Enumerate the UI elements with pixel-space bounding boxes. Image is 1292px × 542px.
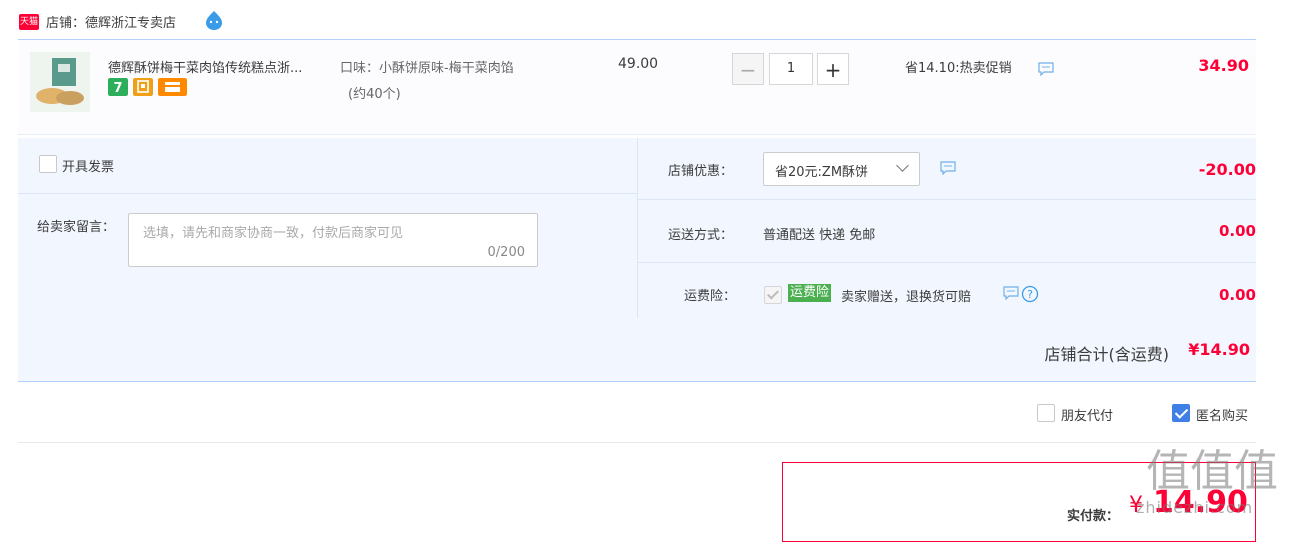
memo-char-count: 0/200	[487, 245, 525, 260]
shop-discount-select[interactable]: 省20元:ZM酥饼	[763, 152, 920, 186]
svg-text:?: ?	[1027, 288, 1033, 301]
svg-text:7: 7	[113, 81, 122, 96]
cart-item-row: 德辉酥饼梅干菜肉馅传统糕点浙... 7 口味：小酥饼原味-梅干菜肉馅 (约40个…	[18, 40, 1256, 135]
shipping-label: 运送方式：	[668, 228, 734, 243]
sku-flavor-count: (约40个)	[348, 87, 401, 102]
promotion-text: 省14.10:热卖促销	[905, 61, 1012, 76]
memo-placeholder: 选填，请先和商家协商一致，付款后商家可见	[143, 226, 404, 241]
quantity-decrease-button[interactable]: −	[732, 53, 764, 85]
shop-discount-amount: -20.00	[1198, 160, 1256, 179]
memo-label: 给卖家留言：	[37, 220, 116, 235]
insurance-checkbox	[764, 286, 782, 304]
quantity-input[interactable]: 1	[769, 53, 813, 85]
quantity-increase-button[interactable]: +	[817, 53, 849, 85]
options-left-divider	[18, 193, 637, 194]
insurance-tag: 运费险	[788, 284, 832, 302]
wangwang-chat-icon[interactable]	[204, 10, 224, 30]
unit-price: 49.00	[618, 56, 659, 72]
shop-header: 天猫 店铺：德辉浙江专卖店	[0, 0, 1292, 40]
insurance-amount: 0.00	[1218, 286, 1256, 304]
shop-discount-label: 店铺优惠：	[668, 164, 734, 179]
shipping-amount: 0.00	[1218, 222, 1256, 240]
invoice-checkbox[interactable]	[39, 155, 57, 173]
shop-discount-selected: 省20元:ZM酥饼	[775, 165, 869, 180]
shipping-value: 普通配送 快递 免邮	[763, 228, 876, 243]
options-column-divider	[637, 138, 638, 318]
shop-total-band: 店铺合计(含运费) ¥14.90	[18, 318, 1256, 382]
watermark-url: zhidezhi.com	[1136, 498, 1254, 517]
seven-day-return-icon[interactable]: 7	[108, 78, 128, 96]
product-thumbnail[interactable]	[30, 52, 90, 112]
pay-amount-label: 实付款：	[1067, 509, 1120, 524]
chevron-down-icon	[896, 159, 909, 172]
friend-pay-label: 朋友代付	[1061, 409, 1114, 424]
tmall-logo-icon: 天猫	[19, 14, 39, 30]
shop-total-value: ¥14.90	[1188, 340, 1250, 359]
summary-divider	[18, 442, 1256, 443]
friend-pay-checkbox[interactable]	[1037, 404, 1055, 422]
item-subtotal: 34.90	[1198, 56, 1249, 75]
help-question-icon[interactable]: ?	[1021, 285, 1039, 303]
invoice-label: 开具发票	[62, 160, 115, 175]
anonymous-purchase-label: 匿名购买	[1196, 409, 1249, 424]
insurance-info-icon[interactable]	[1003, 286, 1019, 300]
credit-card-icon[interactable]	[158, 78, 187, 96]
seller-memo-textarea[interactable]: 选填，请先和商家协商一致，付款后商家可见 0/200	[128, 213, 538, 267]
shop-name-link[interactable]: 店铺：德辉浙江专卖店	[46, 12, 176, 31]
insurance-label: 运费险：	[684, 289, 737, 304]
discount-info-icon[interactable]	[940, 161, 956, 175]
shop-total-label: 店铺合计(含运费)	[1044, 345, 1170, 364]
sku-flavor: 口味：小酥饼原味-梅干菜肉馅	[340, 61, 514, 76]
shop-guarantee-icon[interactable]	[133, 78, 153, 96]
options-right-divider-1	[638, 199, 1256, 200]
options-right-divider-2	[638, 262, 1256, 263]
watermark-logo: 值值值	[1146, 446, 1278, 497]
anonymous-purchase-checkbox[interactable]	[1172, 404, 1190, 422]
product-title-link[interactable]: 德辉酥饼梅干菜肉馅传统糕点浙...	[108, 57, 302, 76]
promotion-info-icon[interactable]	[1038, 62, 1054, 76]
insurance-description: 卖家赠送，退换货可赔	[841, 290, 972, 305]
site-watermark: 值值值 zhidezhi.com	[1130, 444, 1285, 524]
